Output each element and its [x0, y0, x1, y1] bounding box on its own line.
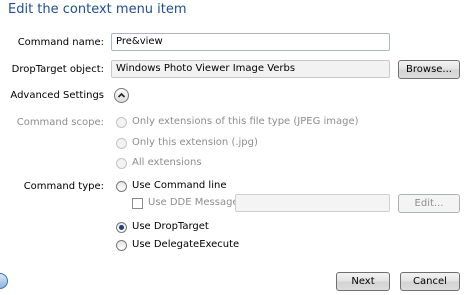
- command-name-label: Command name:: [17, 37, 104, 48]
- scope-option-all: All extensions: [132, 157, 202, 168]
- type-radio-droptarget[interactable]: [116, 222, 127, 233]
- advanced-toggle-button[interactable]: [114, 88, 129, 103]
- scope-radio-all[interactable]: [116, 158, 127, 169]
- drop-target-field: Windows Photo Viewer Image Verbs: [111, 60, 390, 78]
- command-name-input[interactable]: Pre&view: [111, 33, 390, 51]
- chevron-up-icon: [117, 92, 126, 98]
- scope-option-extension: Only this extension (.jpg): [132, 137, 258, 148]
- type-option-delegate: Use DelegateExecute: [132, 239, 240, 250]
- use-dde-checkbox[interactable]: [132, 198, 143, 209]
- dialog-title: Edit the context menu item: [8, 2, 187, 17]
- help-button[interactable]: [0, 273, 8, 289]
- edit-button[interactable]: Edit...: [398, 194, 460, 213]
- browse-button[interactable]: Browse...: [398, 60, 460, 79]
- command-scope-label: Command scope:: [16, 117, 104, 128]
- next-button[interactable]: Next: [336, 272, 390, 291]
- dde-message-input[interactable]: [235, 194, 390, 212]
- type-radio-delegate[interactable]: [116, 240, 127, 251]
- type-option-droptarget: Use DropTarget: [132, 221, 209, 232]
- scope-option-file-type: Only extensions of this file type (JPEG …: [132, 116, 359, 127]
- scope-radio-file-type[interactable]: [116, 117, 127, 128]
- use-dde-label: Use DDE Message: [148, 197, 239, 208]
- scope-radio-extension[interactable]: [116, 138, 127, 149]
- command-type-label: Command type:: [23, 181, 104, 192]
- cancel-button[interactable]: Cancel: [400, 272, 460, 291]
- type-radio-command-line[interactable]: [116, 181, 127, 192]
- drop-target-label: DropTarget object:: [11, 64, 104, 75]
- type-option-command-line: Use Command line: [132, 180, 227, 191]
- advanced-settings-label: Advanced Settings: [10, 90, 104, 101]
